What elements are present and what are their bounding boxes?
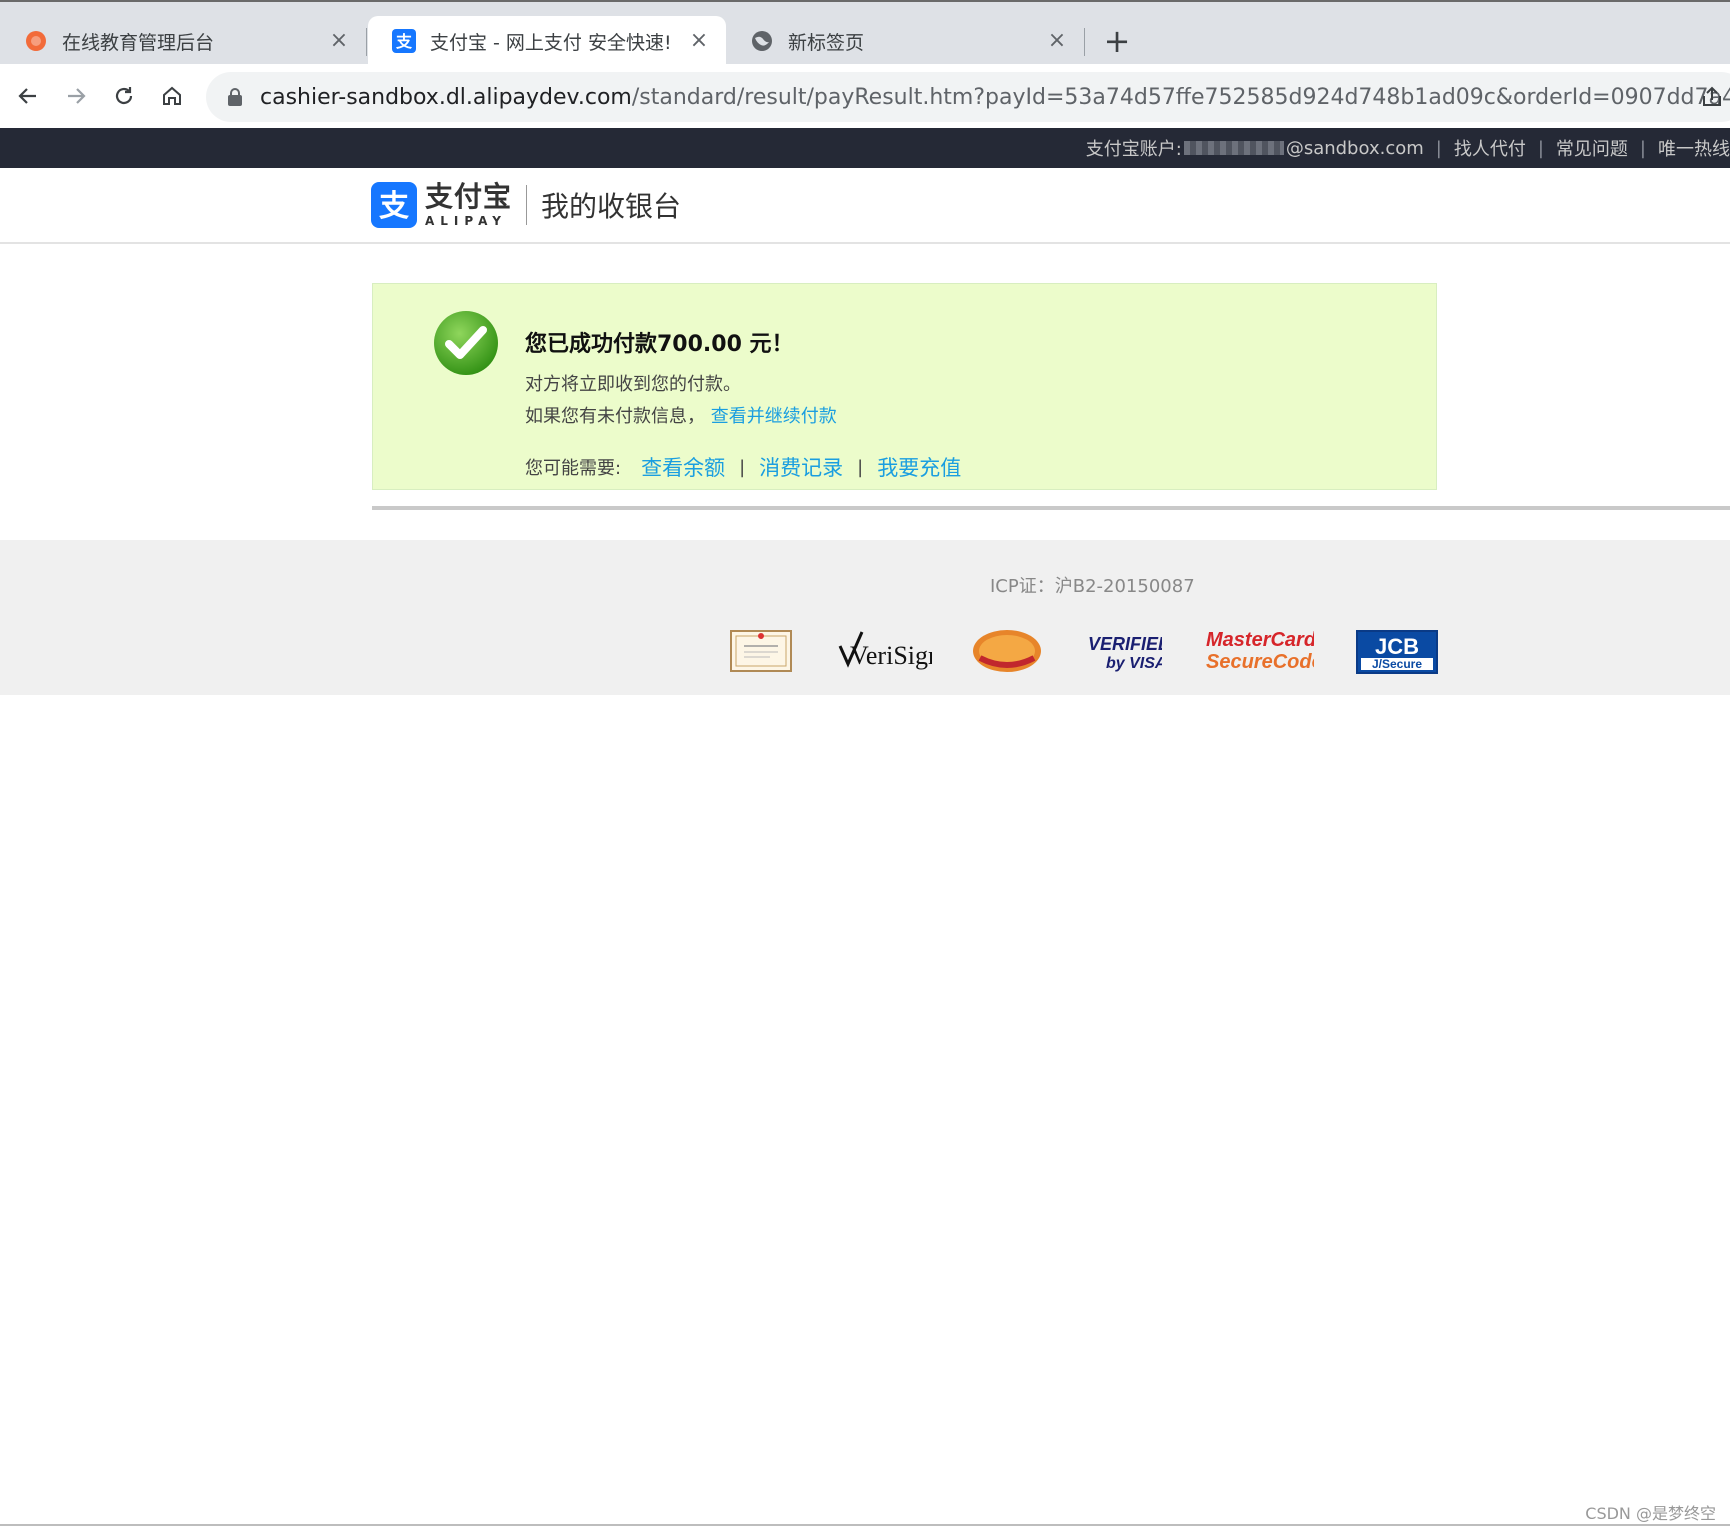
alipay-logo-icon: 支 bbox=[371, 182, 417, 228]
home-button[interactable] bbox=[154, 78, 190, 114]
result-line-2: 如果您有未付款信息， 查看并继续付款 bbox=[525, 402, 961, 428]
pci-seal-icon bbox=[973, 630, 1041, 672]
success-check-icon bbox=[434, 311, 498, 375]
link-find-payer[interactable]: 找人代付 bbox=[1454, 135, 1526, 161]
tab-title: 支付宝 - 网上支付 安全快速! bbox=[430, 31, 672, 54]
separator: | bbox=[857, 456, 864, 478]
spending-records-link[interactable]: 消费记录 bbox=[759, 452, 843, 482]
logo-wordmark: 支付宝 ALIPAY bbox=[425, 180, 513, 228]
close-icon[interactable]: × bbox=[328, 30, 350, 52]
tab-alipay[interactable]: 支 支付宝 - 网上支付 安全快速! × bbox=[368, 16, 726, 66]
certificate-icon bbox=[730, 630, 792, 672]
icp-license: ICP证：沪B2-20150087 bbox=[990, 576, 1195, 597]
separator: | bbox=[739, 456, 746, 478]
page-footer: ICP证：沪B2-20150087 VeriSign VERIFIED by V… bbox=[0, 540, 1730, 695]
flower-icon bbox=[24, 29, 48, 53]
mastercard-securecode-badge[interactable]: MasterCard. SecureCode. bbox=[1204, 626, 1328, 676]
svg-text:支: 支 bbox=[395, 32, 413, 51]
svg-text:支: 支 bbox=[379, 189, 409, 224]
reload-button[interactable] bbox=[106, 78, 142, 114]
browser-toolbar: cashier-sandbox.dl.alipaydev.com/standar… bbox=[0, 64, 1730, 128]
alipay-logo[interactable]: 支 支付宝 ALIPAY 我的收银台 bbox=[371, 182, 681, 228]
tab-divider bbox=[1084, 28, 1085, 56]
separator: | bbox=[1537, 137, 1544, 159]
forward-button[interactable] bbox=[58, 78, 94, 114]
page-title: 我的收银台 bbox=[541, 190, 682, 223]
address-bar[interactable]: cashier-sandbox.dl.alipaydev.com/standar… bbox=[206, 72, 1730, 122]
verisign-logo-icon: VeriSign bbox=[838, 631, 941, 670]
share-icon bbox=[1703, 86, 1721, 106]
tab-online-education[interactable]: 在线教育管理后台 × bbox=[0, 16, 366, 66]
browser-tab-bar: 在线教育管理后台 × 支 支付宝 - 网上支付 安全快速! × 新标签页 × + bbox=[0, 0, 1730, 66]
verified-by-visa-badge[interactable]: VERIFIED by VISA bbox=[1086, 628, 1171, 676]
account-info: 支付宝账户: @sandbox.com bbox=[1086, 135, 1424, 161]
result-message: 您已成功付款700.00 元！ 对方将立即收到您的付款。 如果您有未付款信息， … bbox=[525, 326, 961, 482]
result-headline: 您已成功付款700.00 元！ bbox=[525, 332, 794, 357]
logo-divider bbox=[526, 185, 528, 225]
view-continue-payment-link[interactable]: 查看并继续付款 bbox=[711, 406, 837, 427]
visa-logo-icon: VERIFIED by VISA bbox=[1088, 634, 1171, 672]
maybe-label: 您可能需要: bbox=[525, 458, 622, 479]
verified-text: VERIFIED bbox=[1088, 634, 1162, 654]
new-tab-button[interactable]: + bbox=[1100, 24, 1134, 58]
jcb-text: JCB bbox=[1375, 634, 1419, 659]
back-button[interactable] bbox=[10, 78, 46, 114]
top-links: 支付宝账户: @sandbox.com | 找人代付 | 常见问题 | 唯一热线 bbox=[1086, 128, 1730, 168]
share-button[interactable] bbox=[1700, 86, 1724, 112]
mastercard-logo-icon: MasterCard. SecureCode. bbox=[1206, 629, 1328, 673]
result-line-1: 对方将立即收到您的付款。 bbox=[525, 374, 741, 395]
account-label: 支付宝账户: bbox=[1085, 139, 1182, 160]
close-icon[interactable]: × bbox=[688, 30, 710, 52]
mastercard-text: MasterCard. bbox=[1206, 629, 1314, 651]
certificate-badge[interactable] bbox=[730, 630, 792, 676]
watermark: CSDN @是梦终空 bbox=[1585, 1504, 1716, 1523]
arrow-left-icon bbox=[18, 88, 36, 104]
verisign-badge[interactable]: VeriSign bbox=[836, 626, 941, 678]
link-faq[interactable]: 常见问题 bbox=[1556, 135, 1628, 161]
unpaid-text: 如果您有未付款信息， bbox=[525, 406, 705, 427]
tab-title: 在线教育管理后台 bbox=[62, 31, 215, 54]
top-up-link[interactable]: 我要充值 bbox=[877, 452, 961, 482]
view-balance-link[interactable]: 查看余额 bbox=[641, 452, 725, 482]
tab-title: 新标签页 bbox=[788, 31, 865, 54]
maybe-need-row: 您可能需要: 查看余额 | 消费记录 | 我要充值 bbox=[525, 452, 961, 482]
close-icon[interactable]: × bbox=[1046, 30, 1068, 52]
verisign-text: VeriSign bbox=[850, 641, 932, 670]
tab-new-tab[interactable]: 新标签页 × bbox=[726, 16, 1084, 66]
tab-divider bbox=[366, 28, 367, 56]
cashier-header: 支 支付宝 ALIPAY 我的收银台 bbox=[0, 168, 1730, 244]
separator: | bbox=[1639, 137, 1646, 159]
lock-icon bbox=[228, 88, 242, 106]
jcb-logo-icon: JCB J/Secure bbox=[1356, 630, 1438, 674]
url-host: cashier-sandbox.dl.alipaydev.com bbox=[260, 84, 632, 110]
masked-account bbox=[1183, 141, 1284, 155]
alipay-top-bar: 支付宝账户: @sandbox.com | 找人代付 | 常见问题 | 唯一热线 bbox=[0, 128, 1730, 168]
payment-success-panel: 您已成功付款700.00 元！ 对方将立即收到您的付款。 如果您有未付款信息， … bbox=[372, 283, 1437, 490]
account-suffix: @sandbox.com bbox=[1285, 137, 1424, 159]
logo-en: ALIPAY bbox=[425, 214, 507, 228]
pci-badge[interactable] bbox=[972, 628, 1042, 678]
bottom-edge bbox=[0, 1524, 1730, 1526]
reload-icon bbox=[115, 87, 133, 105]
arrow-right-icon bbox=[68, 88, 86, 104]
globe-icon bbox=[750, 29, 774, 53]
content-divider bbox=[372, 506, 1730, 510]
home-icon bbox=[163, 86, 181, 105]
link-hotline[interactable]: 唯一热线 bbox=[1658, 135, 1730, 161]
url-path: /standard/result/payResult.htm?payId=53a… bbox=[631, 84, 1730, 110]
jcb-jsecure-badge[interactable]: JCB J/Secure bbox=[1356, 630, 1438, 678]
separator: | bbox=[1435, 137, 1442, 159]
securecode-text: SecureCode. bbox=[1206, 651, 1314, 672]
url-text: cashier-sandbox.dl.alipaydev.com/standar… bbox=[260, 85, 1730, 110]
logo-cn: 支付宝 bbox=[425, 180, 513, 213]
alipay-icon: 支 bbox=[392, 29, 416, 53]
jsecure-text: J/Secure bbox=[1372, 657, 1422, 671]
by-visa-text: by VISA bbox=[1106, 655, 1162, 672]
